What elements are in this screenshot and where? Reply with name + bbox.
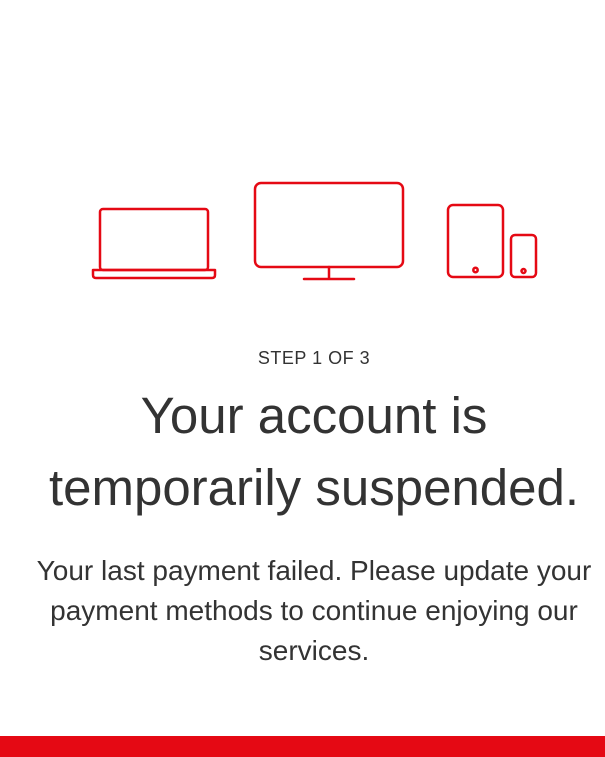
suspension-message: Your last payment failed. Please update …	[0, 551, 605, 671]
page-title-line-1: Your account is	[140, 387, 488, 444]
tablet-icon	[446, 203, 505, 279]
suspension-message-line-3: services.	[258, 635, 370, 666]
page-title: Your account is temporarily suspended.	[0, 380, 605, 524]
step-indicator: STEP 1 OF 3	[257, 348, 371, 368]
phone-icon	[509, 233, 538, 279]
page-title-line-2: temporarily suspended.	[48, 459, 580, 516]
suspension-message-line-2: payment methods to continue enjoying our	[50, 595, 578, 626]
page: STEP 1 OF 3 Your account is temporarily …	[0, 0, 605, 757]
suspension-message-line-1: Your last payment failed. Please update …	[36, 555, 592, 586]
devices-illustration	[0, 178, 605, 288]
tv-monitor-icon	[253, 181, 405, 281]
laptop-icon	[91, 207, 217, 280]
continue-button[interactable]	[0, 736, 605, 757]
